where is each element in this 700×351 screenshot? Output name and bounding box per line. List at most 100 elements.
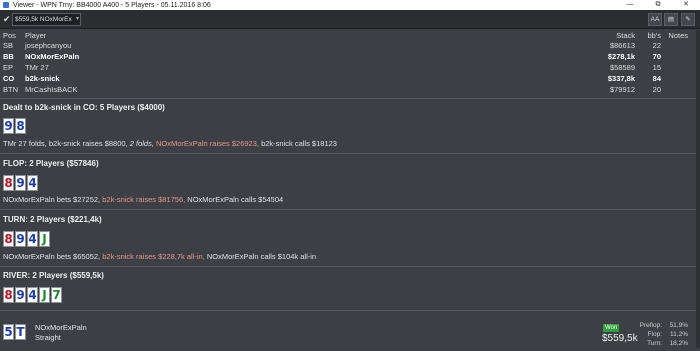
action-text: NOxMorExPaln bets $27252,	[3, 195, 101, 204]
view-toggle-icon[interactable]: ▤	[664, 13, 678, 26]
stat-value: 18,2%	[669, 340, 688, 347]
player-stack: $86613	[609, 41, 635, 50]
preflop-cards: 9 8	[3, 118, 26, 134]
player-name: NOxMorExPaln	[25, 52, 80, 61]
header-notes[interactable]: Notes	[668, 31, 688, 41]
player-bbs: 22	[652, 41, 661, 50]
player-stack: $58589	[609, 63, 635, 72]
maximize-button[interactable]: ⧉	[644, 0, 672, 10]
minimize-button[interactable]: —	[616, 0, 644, 10]
winner-cards: 5 T	[3, 324, 26, 340]
flop-action: NOxMorExPaln bets $27252, b2k-snick rais…	[3, 195, 283, 204]
player-row-ep[interactable]: EP TMr 27 $58589 15	[0, 63, 700, 73]
board-card: 9	[15, 231, 26, 247]
player-pos: BTN	[3, 85, 18, 94]
player-name: b2k-snick	[25, 74, 60, 83]
player-bbs: 84	[652, 74, 661, 83]
header-stack[interactable]: Stack	[616, 31, 635, 41]
player-pos: SB	[3, 41, 14, 50]
stat-value: 51,9%	[669, 322, 688, 329]
stat-label: Flop:	[647, 331, 662, 338]
divider	[0, 153, 700, 154]
divider	[0, 98, 700, 99]
board-card: 4	[27, 287, 38, 303]
app-icon	[3, 2, 9, 8]
players-table: Pos Player Stack bb's Notes SB josephcan…	[0, 29, 700, 97]
board-card: 9	[15, 287, 26, 303]
player-name: MrCashIsBACK	[25, 85, 78, 94]
turn-action: NOxMorExPaln bets $65052, b2k-snick rais…	[3, 252, 316, 261]
winner-card: T	[15, 324, 26, 340]
edit-pencil-icon[interactable]: ✎	[681, 13, 695, 26]
stat-row: Flop: 11,2%	[628, 330, 688, 339]
window-title: Viewer - WPN Trny: BB4000 A400 - 5 Playe…	[13, 1, 211, 9]
header-bbs[interactable]: bb's	[641, 31, 661, 41]
player-name: josephcanyou	[25, 41, 72, 50]
board-card: 7	[51, 287, 62, 303]
action-text: NOxMorExPaln bets $65052,	[3, 252, 101, 261]
hole-card: 8	[15, 118, 26, 134]
player-pos: EP	[3, 63, 14, 72]
hole-card: 9	[3, 118, 14, 134]
player-bbs: 20	[652, 85, 661, 94]
header-player[interactable]: Player	[25, 31, 46, 41]
preflop-title: Dealt to b2k-snick in CO: 5 Players ($40…	[3, 103, 165, 112]
board-card: 4	[27, 231, 38, 247]
player-name: TMr 27	[25, 63, 49, 72]
preflop-action: TMr 27 folds, b2k-snick raises $8800, 2 …	[3, 139, 337, 148]
winner-name: NOxMorExPaln	[35, 323, 87, 332]
divider	[0, 266, 700, 267]
player-stack: $79912	[609, 85, 635, 94]
player-row-co[interactable]: CO b2k-snick $337,8k 84	[0, 74, 700, 84]
winner-card: 5	[3, 324, 14, 340]
font-size-button[interactable]: AA	[648, 13, 662, 26]
action-text: NOxMorExPaln calls $104k all-in	[206, 252, 317, 261]
toolbar: ✔ $559,5k NOxMorEx ▾ AA ▤ ✎	[0, 10, 700, 29]
player-bbs: 15	[652, 63, 661, 72]
action-text: 2 folds,	[129, 139, 154, 148]
board-card: 9	[15, 175, 26, 191]
hand-select-dropdown[interactable]: $559,5k NOxMorEx ▾	[12, 13, 81, 26]
header-pos[interactable]: Pos	[3, 31, 16, 41]
checkmark-icon[interactable]: ✔	[3, 14, 11, 24]
board-card: 8	[3, 287, 14, 303]
river-cards: 8 9 4 J 7	[3, 287, 62, 303]
equity-stats: Preflop: 51,9% Flop: 11,2% Turn: 18,2%	[628, 321, 688, 348]
close-button[interactable]: ✕	[672, 0, 700, 10]
player-bbs: 70	[652, 52, 661, 61]
river-title: RIVER: 2 Players ($559,5k)	[3, 271, 104, 280]
flop-title: FLOP: 2 Players ($57846)	[3, 159, 99, 168]
player-row-btn[interactable]: BTN MrCashIsBACK $79912 20	[0, 85, 700, 95]
action-text: NOxMorExPaln calls $54504	[187, 195, 284, 204]
board-card: 8	[3, 175, 14, 191]
turn-title: TURN: 2 Players ($221,4k)	[3, 215, 102, 224]
player-row-sb[interactable]: SB josephcanyou $86613 22	[0, 41, 700, 51]
chevron-down-icon: ▾	[75, 16, 79, 22]
board-card: J	[39, 287, 50, 303]
board-card: 8	[3, 231, 14, 247]
stat-value: 11,2%	[670, 331, 688, 338]
board-card: 4	[27, 175, 38, 191]
board-card: J	[39, 231, 50, 247]
winner-hand: Straight	[35, 333, 61, 342]
player-row-bb[interactable]: BB NOxMorExPaln $278,1k 70	[0, 52, 700, 62]
flop-cards: 8 9 4	[3, 175, 38, 191]
divider	[0, 209, 700, 210]
players-header-row: Pos Player Stack bb's Notes	[0, 31, 700, 41]
vertical-scrollbar[interactable]	[696, 30, 700, 348]
action-text: b2k-snick calls $18123	[261, 139, 337, 148]
stat-row: Turn: 18,2%	[628, 339, 688, 348]
stat-row: Preflop: 51,9%	[628, 321, 688, 330]
turn-cards: 8 9 4 J	[3, 231, 50, 247]
action-text: TMr 27 folds, b2k-snick raises $8800,	[3, 139, 128, 148]
player-pos: CO	[3, 74, 15, 83]
stat-label: Turn:	[647, 340, 662, 347]
player-pos: BB	[3, 52, 14, 61]
won-badge: Won	[603, 324, 620, 332]
hand-select-value: $559,5k NOxMorEx	[15, 16, 72, 23]
stat-label: Preflop:	[639, 322, 662, 329]
player-stack: $278,1k	[607, 52, 635, 61]
player-stack: $337,8k	[607, 74, 635, 83]
divider	[0, 310, 700, 311]
action-raise: NOxMorExPaln raises $26923,	[156, 139, 259, 148]
